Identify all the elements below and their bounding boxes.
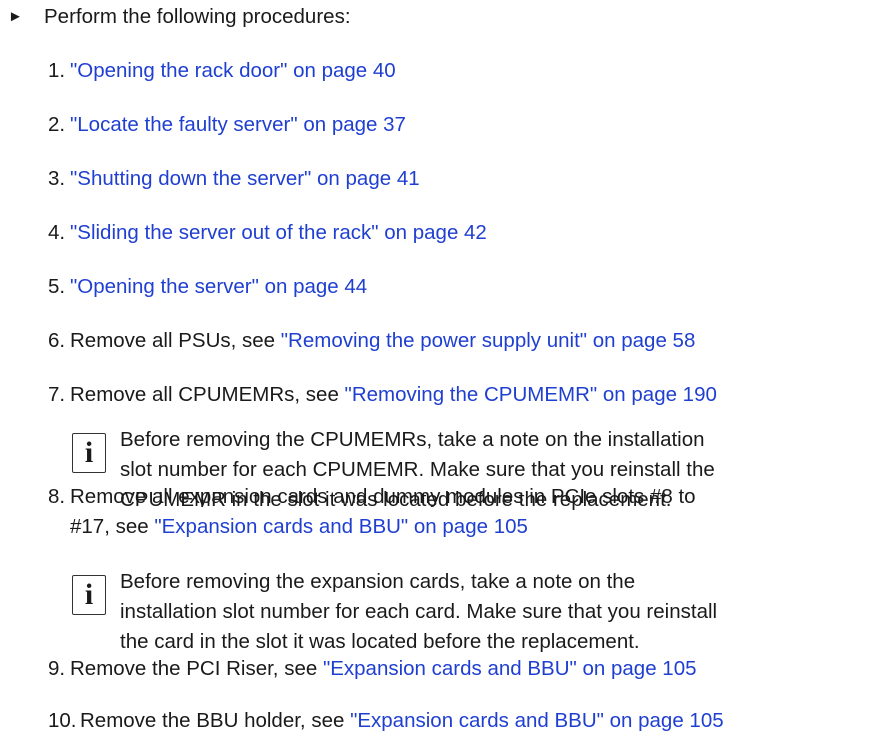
document-page: ► Perform the following procedures: 1. "Op… [0, 0, 883, 745]
step-number: 2. [48, 113, 66, 136]
list-item: 9. Remove the PCI Riser, see "Expansion c… [48, 654, 697, 684]
list-item: 1. "Opening the rack door" on page 40 [48, 56, 396, 86]
note-line: installation slot number for each card. … [120, 600, 718, 623]
note-text: Before removing the expansion cards, tak… [120, 567, 717, 657]
list-item: 6. Remove all PSUs, see "Removing the pow… [48, 326, 695, 356]
list-item: 7. Remove all CPUMEMRs, see "Removing the… [48, 380, 717, 410]
note-line: Before removing the CPUMEMRs, take a not… [120, 428, 705, 451]
list-item: 4. "Sliding the server out of the rack" o… [48, 218, 487, 248]
list-item: 10. Remove the BBU holder, see "Expansion… [48, 706, 724, 736]
cross-reference-link[interactable]: "Expansion cards and BBU" on page 105 [350, 709, 724, 732]
cross-reference-link[interactable]: "Removing the CPUMEMR" on page 190 [345, 383, 717, 406]
step-number: 10. [48, 709, 77, 732]
cross-reference-link[interactable]: "Expansion cards and BBU" on page 105 [323, 657, 697, 680]
cross-reference-link[interactable]: "Locate the faulty server" on page 37 [70, 113, 406, 136]
note-text: Before removing the CPUMEMRs, take a not… [120, 425, 715, 515]
cross-reference-link[interactable]: "Expansion cards and BBU" on page 105 [154, 515, 528, 538]
step-number: 9. [48, 657, 66, 680]
triangle-right-icon: ► [8, 8, 23, 25]
step-text: Remove the BBU holder, see [80, 709, 351, 732]
step-number: 7. [48, 383, 66, 406]
step-text: Remove all PSUs, see [70, 329, 281, 352]
note-line: CPUMEMR in the slot it was located befor… [120, 488, 672, 511]
step-text-continued: #17, see [70, 515, 155, 538]
step-number: 5. [48, 275, 66, 298]
info-icon: i [72, 575, 106, 615]
note-line: slot number for each CPUMEMR. Make sure … [120, 458, 715, 481]
step-number: 1. [48, 59, 66, 82]
step-number: 4. [48, 221, 66, 244]
step-number: 8. [48, 485, 66, 508]
note-line: Before removing the expansion cards, tak… [120, 570, 636, 593]
step-number: 3. [48, 167, 66, 190]
intro-line: ► Perform the following procedures: [8, 2, 351, 32]
cross-reference-link[interactable]: "Opening the server" on page 44 [70, 275, 367, 298]
cross-reference-link[interactable]: "Opening the rack door" on page 40 [70, 59, 396, 82]
cross-reference-link[interactable]: "Sliding the server out of the rack" on … [70, 221, 487, 244]
cross-reference-link[interactable]: "Shutting down the server" on page 41 [70, 167, 420, 190]
step-text: Remove the PCI Riser, see [70, 657, 323, 680]
list-item: 5. "Opening the server" on page 44 [48, 272, 367, 302]
intro-text: Perform the following procedures: [44, 5, 351, 28]
cross-reference-link[interactable]: "Removing the power supply unit" on page… [281, 329, 696, 352]
info-icon: i [72, 433, 106, 473]
step-text: Remove all CPUMEMRs, see [70, 383, 345, 406]
note-line: the card in the slot it was located befo… [120, 630, 640, 653]
list-item: 2. "Locate the faulty server" on page 37 [48, 110, 406, 140]
list-item: 3. "Shutting down the server" on page 41 [48, 164, 420, 194]
step-number: 6. [48, 329, 66, 352]
